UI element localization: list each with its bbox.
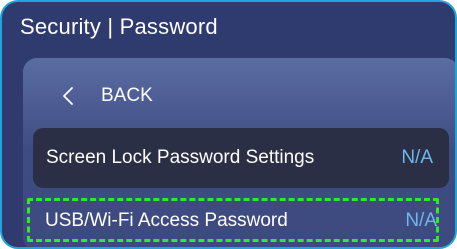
setting-value: N/A (401, 147, 433, 168)
setting-label: Screen Lock Password Settings (46, 147, 315, 168)
security-password-window: Security | Password BACK Screen Lock Pas… (0, 0, 457, 249)
chevron-left-icon (59, 86, 79, 106)
setting-label: USB/Wi-Fi Access Password (45, 210, 288, 231)
settings-panel: BACK Screen Lock Password Settings N/A U… (23, 58, 455, 247)
back-button[interactable]: BACK (23, 78, 455, 114)
usb-wifi-access-password-item[interactable]: USB/Wi-Fi Access Password N/A (39, 203, 445, 239)
setting-value: N/A (405, 210, 437, 231)
page-title: Security | Password (20, 14, 218, 39)
back-label: BACK (101, 85, 153, 106)
screen-lock-password-settings-item[interactable]: Screen Lock Password Settings N/A (33, 128, 449, 188)
